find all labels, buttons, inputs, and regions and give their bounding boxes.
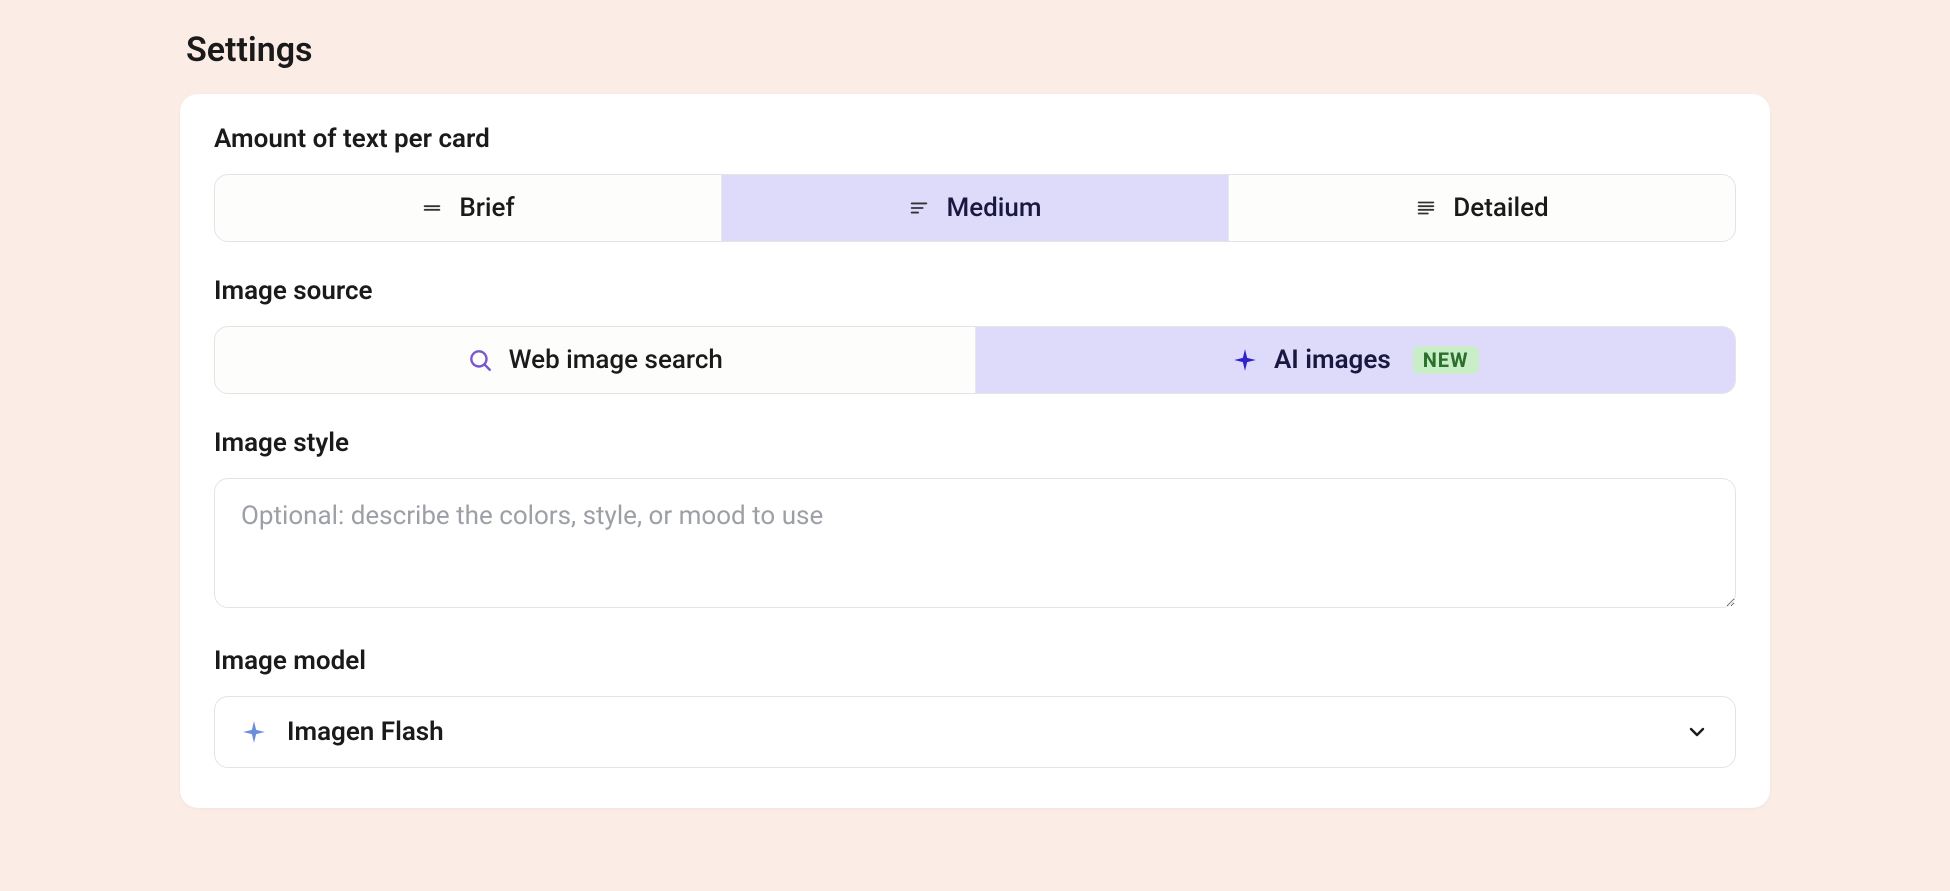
- image-model-selected: Imagen Flash: [287, 717, 1665, 747]
- detailed-option[interactable]: Detailed: [1229, 175, 1735, 241]
- image-model-section: Image model Imagen Flash: [214, 646, 1736, 768]
- new-badge: NEW: [1413, 346, 1479, 374]
- brief-icon: [421, 197, 443, 219]
- detailed-label: Detailed: [1453, 193, 1548, 223]
- amount-of-text-label: Amount of text per card: [214, 124, 1736, 154]
- image-style-section: Image style: [214, 428, 1736, 612]
- medium-option[interactable]: Medium: [722, 175, 1229, 241]
- chevron-down-icon: [1685, 720, 1709, 744]
- detailed-icon: [1415, 197, 1437, 219]
- web-image-search-label: Web image search: [509, 345, 723, 375]
- page-title: Settings: [186, 30, 1770, 70]
- sparkle-icon: [1232, 347, 1258, 373]
- image-source-group: Web image search AI images NEW: [214, 326, 1736, 394]
- image-source-section: Image source Web image search: [214, 276, 1736, 394]
- image-style-input[interactable]: [214, 478, 1736, 608]
- brief-label: Brief: [459, 193, 514, 223]
- sparkle-icon: [241, 719, 267, 745]
- image-model-select[interactable]: Imagen Flash: [214, 696, 1736, 768]
- brief-option[interactable]: Brief: [215, 175, 722, 241]
- ai-images-label: AI images: [1274, 345, 1391, 375]
- image-source-label: Image source: [214, 276, 1736, 306]
- image-model-label: Image model: [214, 646, 1736, 676]
- image-style-label: Image style: [214, 428, 1736, 458]
- settings-panel: Amount of text per card Brief: [180, 94, 1770, 808]
- medium-label: Medium: [946, 193, 1041, 223]
- ai-images-option[interactable]: AI images NEW: [976, 327, 1736, 393]
- medium-icon: [908, 197, 930, 219]
- amount-of-text-group: Brief Medium: [214, 174, 1736, 242]
- web-image-search-option[interactable]: Web image search: [215, 327, 976, 393]
- search-icon: [467, 347, 493, 373]
- amount-of-text-section: Amount of text per card Brief: [214, 124, 1736, 242]
